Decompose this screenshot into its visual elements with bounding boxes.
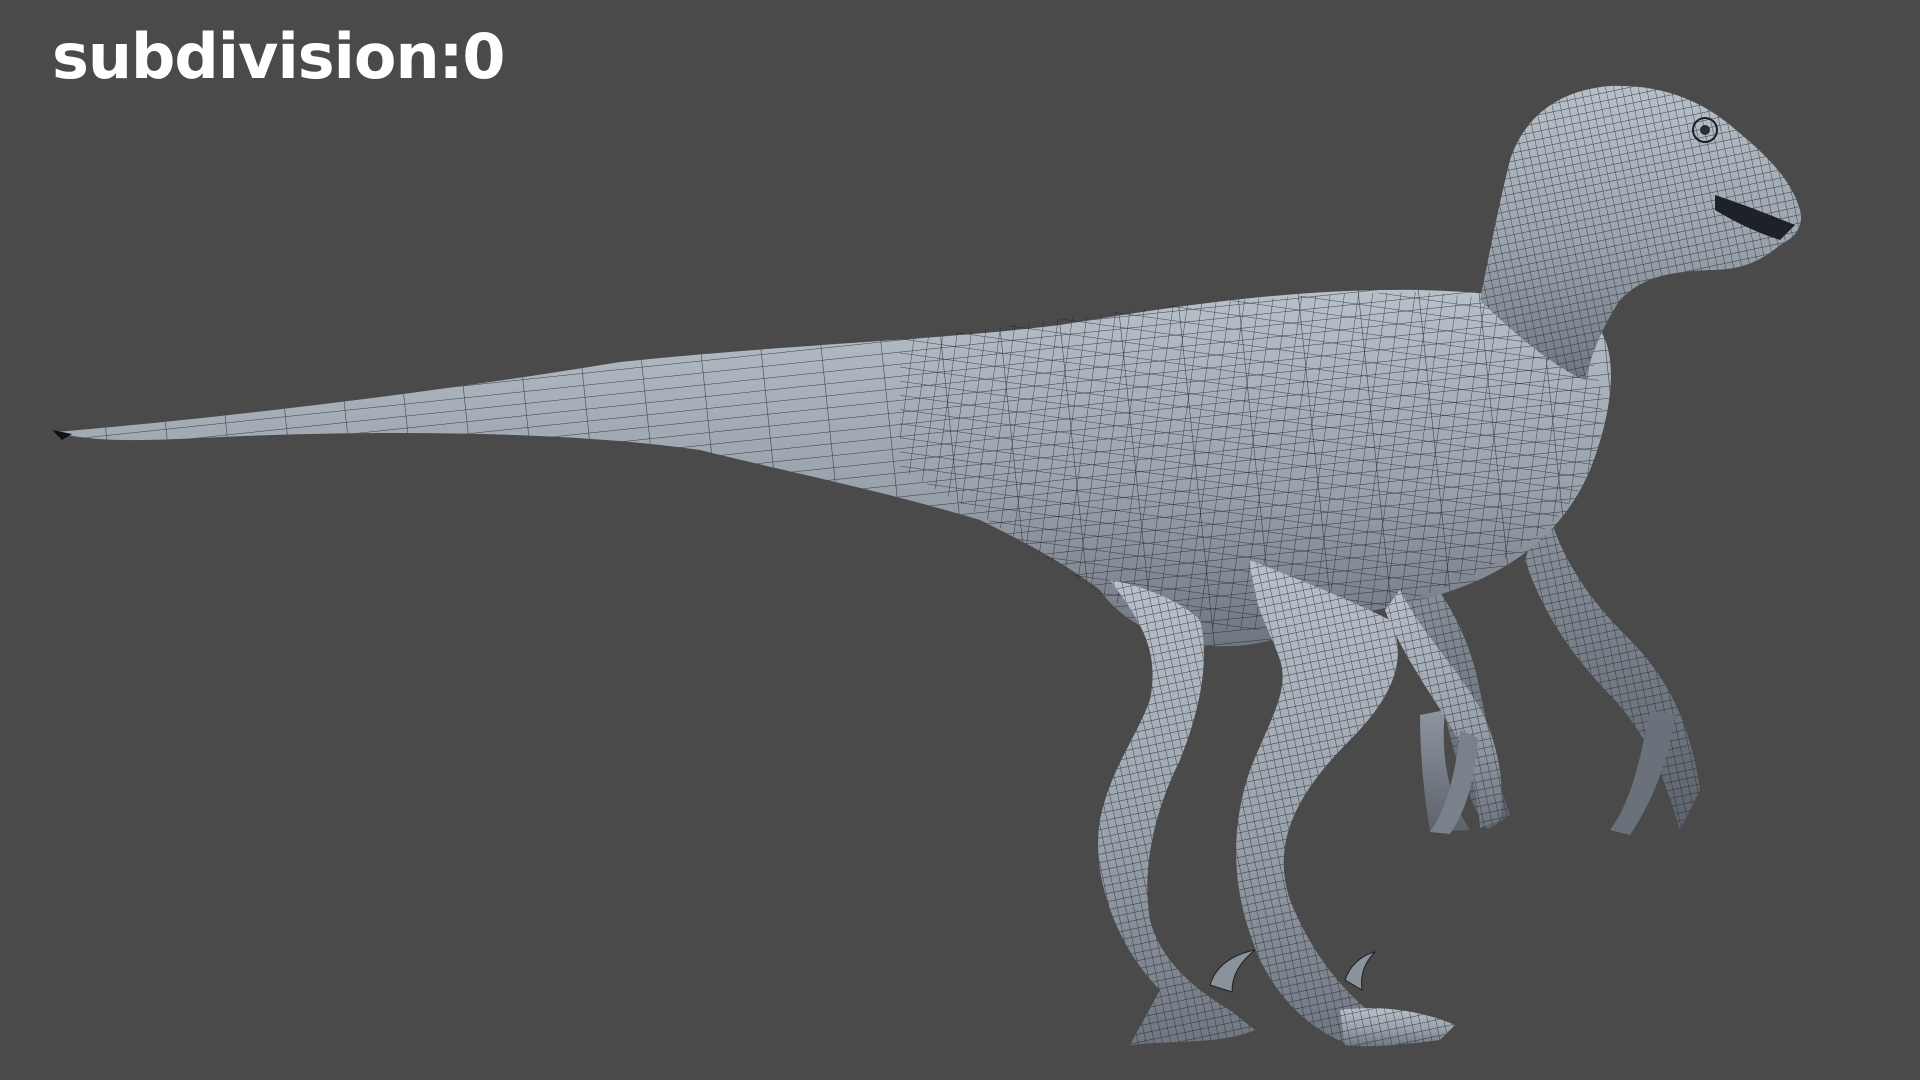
- rear-leg: [1098, 580, 1256, 1045]
- render-viewport: subdivision:0: [0, 0, 1920, 1080]
- subdivision-caption: subdivision:0: [52, 20, 506, 93]
- raptor-head: [1480, 85, 1801, 380]
- far-arm: [1525, 500, 1700, 835]
- raptor-body: [52, 289, 1611, 647]
- raptor-model-render: [52, 85, 1801, 1047]
